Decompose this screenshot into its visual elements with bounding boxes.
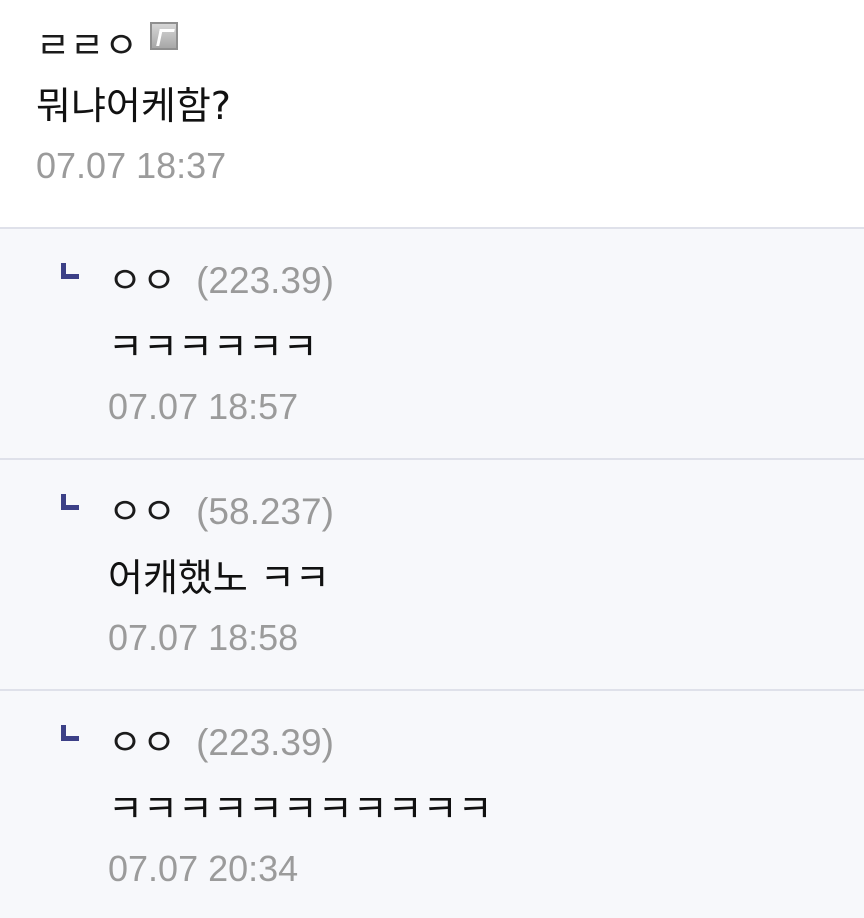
- reply-text: ㅋㅋㅋㅋㅋㅋ: [108, 325, 318, 369]
- reply-item: ㅇㅇ (223.39) ㅋㅋㅋㅋㅋㅋ 07.07 18:57: [0, 229, 864, 460]
- comment-author-row: ㄹㄹㅇ: [36, 22, 864, 70]
- comment-item: ㄹㄹㅇ 뭐냐어케함? 07.07 18:37: [0, 0, 864, 229]
- fixed-nick-badge-icon: [150, 22, 179, 50]
- reply-nickname[interactable]: ㅇㅇ: [108, 488, 176, 536]
- reply-author-row: ㅇㅇ (223.39): [108, 257, 864, 305]
- reply-nickname[interactable]: ㅇㅇ: [108, 719, 176, 767]
- reply-arrow-icon: [61, 494, 79, 510]
- reply-nickname[interactable]: ㅇㅇ: [108, 257, 176, 305]
- reply-arrow-icon: [61, 725, 79, 741]
- reply-ip: (223.39): [196, 260, 334, 301]
- comment-nickname[interactable]: ㄹㄹㅇ: [36, 22, 138, 70]
- reply-ip: (223.39): [196, 722, 334, 763]
- reply-author-row: ㅇㅇ (223.39): [108, 719, 864, 767]
- reply-text: 어캐했노 ㅋㅋ: [108, 556, 330, 600]
- comment-timestamp: 07.07 18:37: [36, 145, 227, 186]
- reply-text: ㅋㅋㅋㅋㅋㅋㅋㅋㅋㅋㅋ: [108, 787, 493, 831]
- reply-timestamp: 07.07 20:34: [108, 848, 299, 889]
- reply-timestamp: 07.07 18:57: [108, 386, 299, 427]
- reply-ip: (58.237): [196, 491, 334, 532]
- reply-timestamp: 07.07 18:58: [108, 617, 299, 658]
- reply-arrow-icon: [61, 263, 79, 279]
- comment-text: 뭐냐어케함?: [36, 84, 231, 128]
- reply-author-row: ㅇㅇ (58.237): [108, 488, 864, 536]
- comment-list: ㄹㄹㅇ 뭐냐어케함? 07.07 18:37 ㅇㅇ (223.39) ㅋㅋㅋㅋㅋ…: [0, 0, 864, 918]
- reply-item: ㅇㅇ (223.39) ㅋㅋㅋㅋㅋㅋㅋㅋㅋㅋㅋ 07.07 20:34: [0, 691, 864, 918]
- reply-item: ㅇㅇ (58.237) 어캐했노 ㅋㅋ 07.07 18:58: [0, 460, 864, 691]
